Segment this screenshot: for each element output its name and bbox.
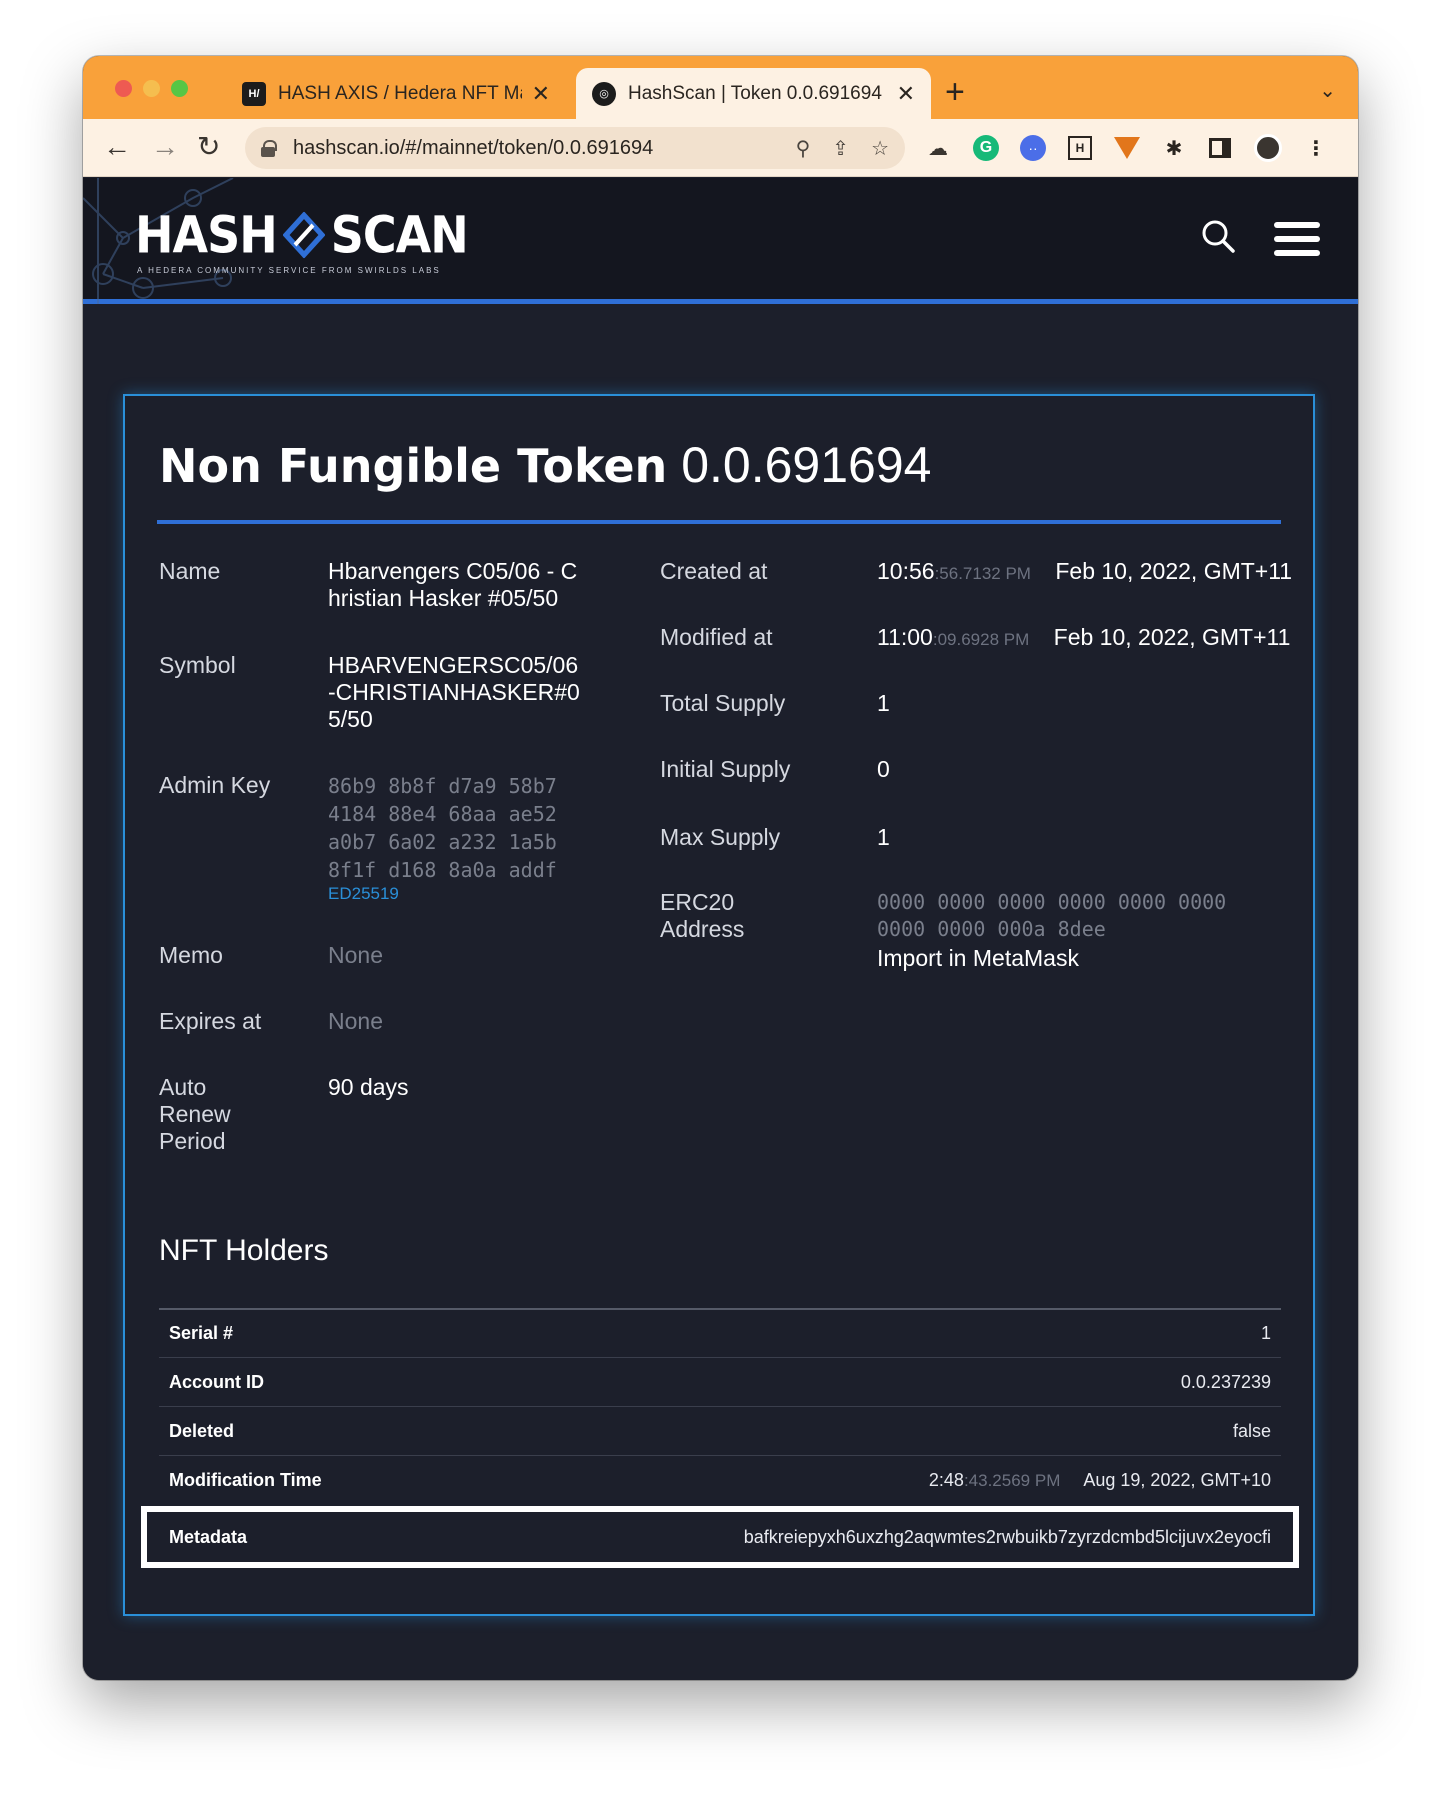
serial-value: 1 xyxy=(1260,1323,1271,1343)
logo-tagline: A HEDERA COMMUNITY SERVICE FROM SWIRLDS … xyxy=(137,266,441,275)
token-id-title: 0.0.691694 xyxy=(681,437,932,493)
hashscan-page: HASH SCAN A HEDERA COMMUNITY SERVICE FRO… xyxy=(83,178,1358,1680)
browser-window: H/ HASH AXIS / Hedera NFT Mark ✕ ◎ HashS… xyxy=(83,56,1358,1680)
token-details-card: Non Fungible Token 0.0.691694 Name Hbarv… xyxy=(123,394,1315,1616)
max-supply-label: Max Supply xyxy=(660,824,781,850)
extensions-puzzle-icon[interactable]: ✱ xyxy=(1159,133,1189,163)
more-menu-icon[interactable]: ⋮ xyxy=(1301,133,1331,163)
name-label: Name xyxy=(159,558,221,584)
deleted-key: Deleted xyxy=(169,1420,235,1441)
sidebar-icon[interactable] xyxy=(1205,133,1235,163)
site-header: HASH SCAN A HEDERA COMMUNITY SERVICE FRO… xyxy=(83,178,1358,304)
maximize-window-button[interactable] xyxy=(171,80,188,97)
pack-extension-icon[interactable]: H xyxy=(1065,133,1095,163)
logo-text-left: HASH xyxy=(135,205,278,265)
search-icon[interactable] xyxy=(1200,218,1236,254)
chat-extension-icon[interactable]: ·· xyxy=(1018,133,1048,163)
table-row: Account ID 0.0.237239 xyxy=(159,1357,1281,1406)
reload-icon[interactable]: ↻ xyxy=(197,131,220,163)
key-type-badge: ED25519 xyxy=(328,884,399,903)
token-type-title: Non Fungible Token xyxy=(159,439,668,493)
max-supply-value: 1 xyxy=(877,824,890,850)
logo-text-right: SCAN xyxy=(330,205,469,265)
hashscan-favicon-icon: ◎ xyxy=(592,81,616,106)
table-row: Deleted false xyxy=(159,1406,1281,1455)
new-tab-button[interactable]: + xyxy=(945,72,965,112)
auto-renew-label: Auto Renew Period xyxy=(159,1074,231,1154)
star-icon[interactable]: ☆ xyxy=(871,136,889,161)
erc20-address-value: 0000 0000 0000 0000 0000 0000 0000 0000 … xyxy=(877,890,1227,972)
admin-key-value: 86b9 8b8f d7a9 58b7 4184 88e4 68aa ae52 … xyxy=(328,774,557,903)
symbol-label: Symbol xyxy=(159,652,236,678)
memo-label: Memo xyxy=(159,942,223,968)
total-supply-value: 1 xyxy=(877,690,890,716)
tab-hash-axis[interactable]: H/ HASH AXIS / Hedera NFT Mark ✕ xyxy=(226,68,566,119)
deleted-value: false xyxy=(1232,1420,1271,1441)
metadata-key: Metadata xyxy=(169,1526,248,1547)
account-id-key: Account ID xyxy=(169,1371,265,1392)
tab-label: HashScan | Token 0.0.691694 xyxy=(628,82,882,104)
browser-toolbar: ← → ↻ hashscan.io/#/mainnet/token/0.0.69… xyxy=(83,119,1358,177)
close-tab-icon[interactable]: ✕ xyxy=(532,81,550,107)
minimize-window-button[interactable] xyxy=(143,80,160,97)
modification-time-key: Modification Time xyxy=(169,1469,322,1490)
title-divider xyxy=(157,520,1281,524)
symbol-value: HBARVENGERSC05/06 -CHRISTIANHASKER#0 5/5… xyxy=(328,652,580,732)
close-tab-icon[interactable]: ✕ xyxy=(897,81,915,107)
forward-arrow-icon[interactable]: → xyxy=(151,131,179,163)
modified-at-label: Modified at xyxy=(660,624,773,650)
browser-titlebar: H/ HASH AXIS / Hedera NFT Mark ✕ ◎ HashS… xyxy=(83,56,1358,119)
table-row: Modification Time 2:48:43.2569 PM Aug 19… xyxy=(159,1455,1281,1504)
memo-value: None xyxy=(328,942,383,968)
erc20-address-label: ERC20 Address xyxy=(660,889,745,942)
lock-icon xyxy=(261,140,277,157)
metadata-row-highlighted: Metadata bafkreiepyxh6uxzhg2aqwmtes2rwbu… xyxy=(141,1506,1299,1568)
total-supply-label: Total Supply xyxy=(660,690,786,716)
page-title: Non Fungible Token 0.0.691694 xyxy=(159,436,931,494)
table-row: Serial # 1 xyxy=(159,1308,1281,1357)
close-window-button[interactable] xyxy=(115,80,132,97)
initial-supply-value: 0 xyxy=(877,756,890,782)
modification-time-value: 2:48:43.2569 PM Aug 19, 2022, GMT+10 xyxy=(928,1469,1271,1490)
chevron-down-icon[interactable]: ⌄ xyxy=(1319,78,1336,103)
nft-holders-heading: NFT Holders xyxy=(159,1234,329,1267)
hamburger-menu-icon[interactable] xyxy=(1274,222,1320,256)
account-id-value[interactable]: 0.0.237239 xyxy=(1181,1372,1271,1393)
auto-renew-value: 90 days xyxy=(328,1074,409,1100)
nft-holders-table: Serial # 1 Account ID 0.0.237239 Deleted… xyxy=(141,1308,1299,1568)
admin-key-label: Admin Key xyxy=(159,772,271,798)
expires-at-label: Expires at xyxy=(159,1008,262,1034)
expires-at-value: None xyxy=(328,1008,383,1034)
zoom-icon[interactable]: ⚲ xyxy=(796,136,811,161)
name-value: Hbarvengers C05/06 - C hristian Hasker #… xyxy=(328,558,578,611)
tab-hashscan[interactable]: ◎ HashScan | Token 0.0.691694 ✕ xyxy=(576,68,931,119)
logo-diamond-icon xyxy=(282,211,325,259)
hashscan-logo[interactable]: HASH SCAN A HEDERA COMMUNITY SERVICE FRO… xyxy=(135,205,469,275)
back-arrow-icon[interactable]: ← xyxy=(103,131,131,163)
created-at-value: 10:56:56.7132 PM Feb 10, 2022, GMT+11 xyxy=(877,558,1293,584)
share-icon[interactable]: ⇪ xyxy=(832,136,849,161)
grammarly-extension-icon[interactable]: G xyxy=(971,133,1001,163)
metadata-value: bafkreiepyxh6uxzhg2aqwmtes2rwbuikb7zyrzd… xyxy=(743,1526,1271,1547)
created-at-label: Created at xyxy=(660,558,768,584)
initial-supply-label: Initial Supply xyxy=(660,756,791,782)
url-text: hashscan.io/#/mainnet/token/0.0.691694 xyxy=(293,136,654,159)
serial-key: Serial # xyxy=(169,1323,234,1343)
metamask-fox-icon[interactable] xyxy=(1112,133,1142,163)
address-bar[interactable]: hashscan.io/#/mainnet/token/0.0.691694 ⚲… xyxy=(245,127,905,169)
hash-axis-favicon-icon: H/ xyxy=(242,81,266,106)
cloud-extension-icon[interactable]: ☁ xyxy=(923,133,953,163)
profile-avatar[interactable] xyxy=(1253,133,1283,163)
import-metamask-link[interactable]: Import in MetaMask xyxy=(877,945,1226,972)
tab-label: HASH AXIS / Hedera NFT Mark xyxy=(278,82,522,104)
modified-at-value: 11:00:09.6928 PM Feb 10, 2022, GMT+11 xyxy=(877,624,1291,650)
